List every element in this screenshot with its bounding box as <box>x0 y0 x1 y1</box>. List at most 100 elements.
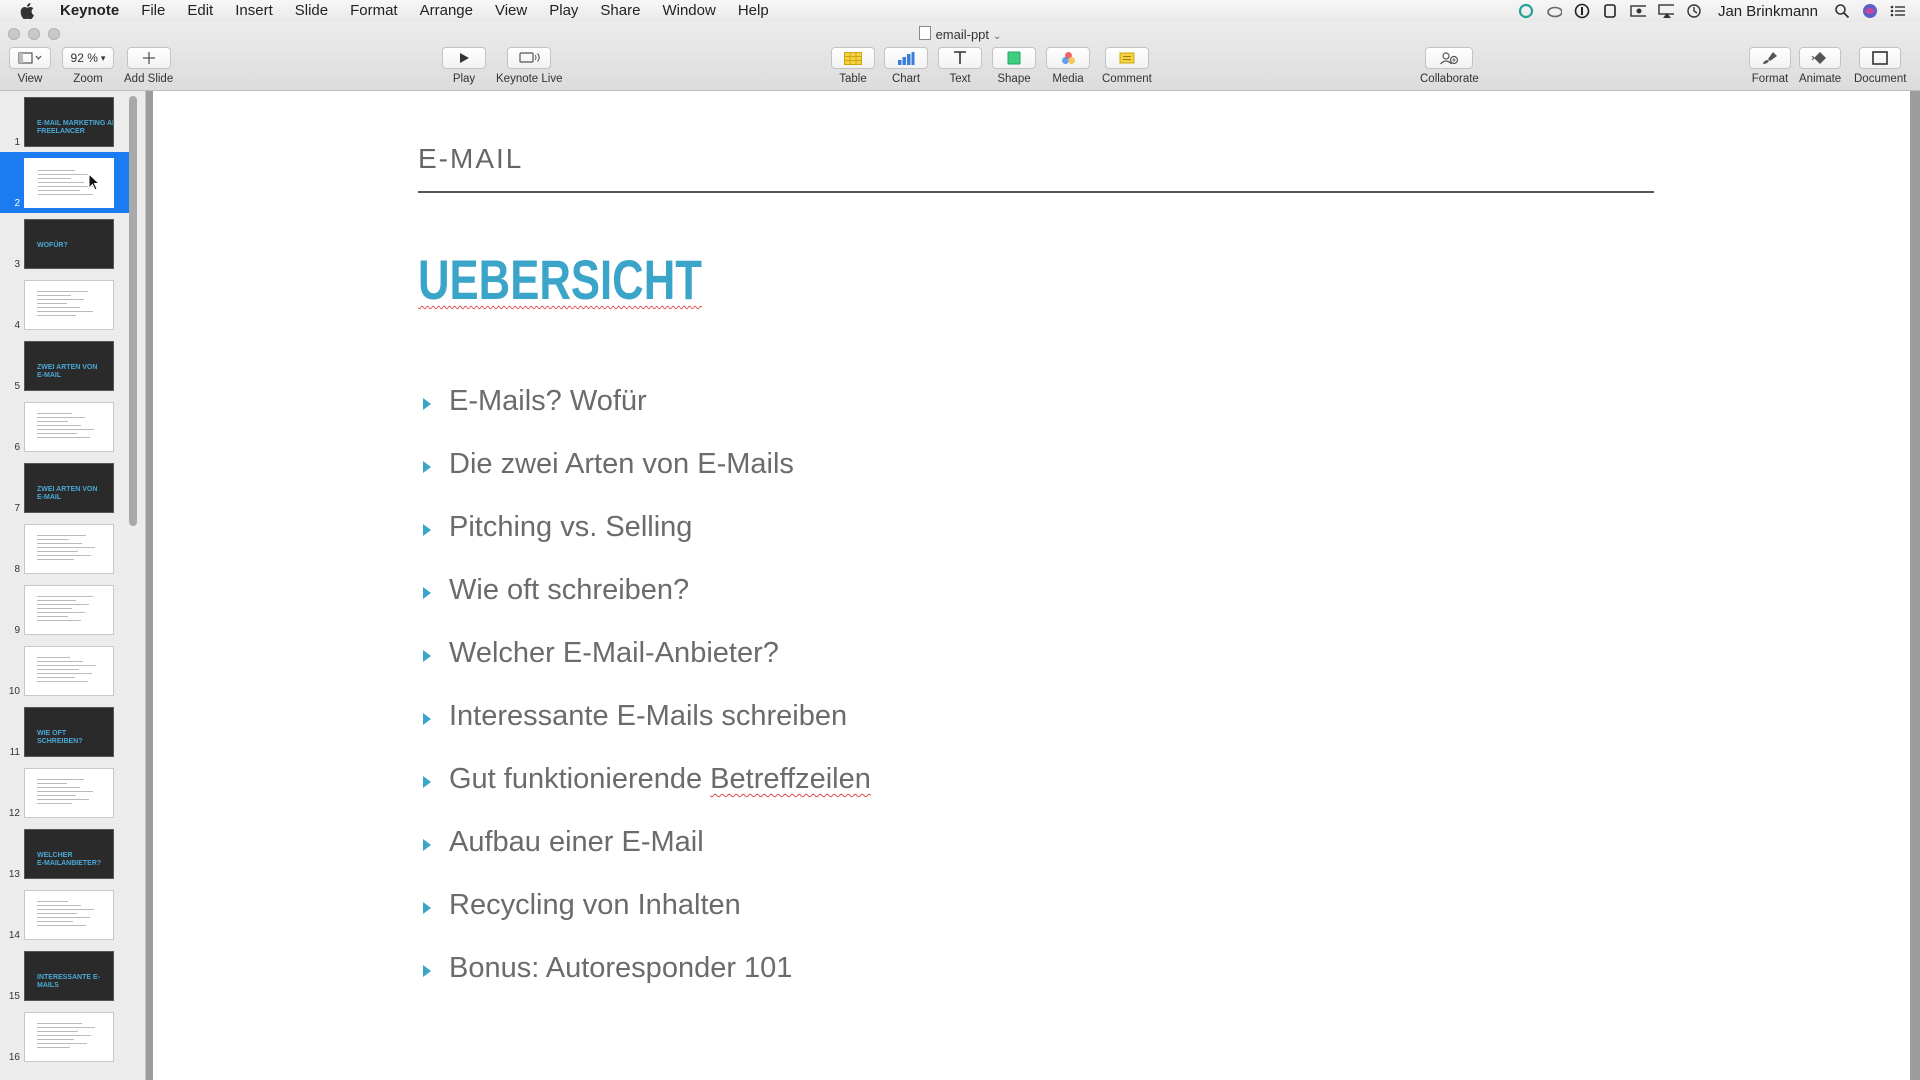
bullet-item[interactable]: Gut funktionierende Betreffzeilen <box>418 748 871 811</box>
animate-button[interactable] <box>1799 47 1842 69</box>
play-toolbar-item[interactable]: Play <box>442 47 486 85</box>
user-name[interactable]: Jan Brinkmann <box>1718 3 1818 20</box>
spotlight-search-icon[interactable] <box>1834 3 1850 19</box>
bullet-item[interactable]: E-Mails? Wofür <box>418 370 871 433</box>
notification-center-icon[interactable] <box>1890 3 1906 19</box>
slide-thumbnail[interactable]: 3 WOFÜR? <box>0 213 131 274</box>
comment-toolbar-item[interactable]: Comment <box>1102 47 1152 85</box>
zoom-select[interactable]: 92 % ▾ <box>62 47 114 69</box>
airplay-icon[interactable] <box>1658 3 1674 19</box>
slide-title[interactable]: UEBERSICHT <box>418 247 702 312</box>
shape-button[interactable] <box>992 47 1036 69</box>
slide-thumbnail[interactable]: 16 <box>0 1006 131 1067</box>
bullet-item[interactable]: Bonus: Autoresponder 101 <box>418 937 871 1000</box>
format-toolbar-item[interactable]: Format <box>1749 47 1791 85</box>
bullet-text: Pitching vs. Selling <box>449 511 693 543</box>
window-toolbar: email-ppt ⌄ View 92 % ▾ Zoom Add Slide Pla… <box>0 22 1920 91</box>
table-button[interactable] <box>831 47 875 69</box>
chevron-down-icon: ▾ <box>100 52 106 63</box>
bullet-item[interactable]: Die zwei Arten von E-Mails <box>418 433 871 496</box>
menu-play[interactable]: Play <box>538 0 589 22</box>
table-toolbar-item[interactable]: Table <box>831 47 875 85</box>
document-icon <box>918 26 931 40</box>
shape-icon <box>1007 51 1021 65</box>
chart-button[interactable] <box>884 47 928 69</box>
bullet-item[interactable]: Pitching vs. Selling <box>418 496 871 559</box>
slide-thumbnail[interactable]: 13 WELCHER E-MAILANBIETER? <box>0 823 131 884</box>
shape-toolbar-item[interactable]: Shape <box>992 47 1036 85</box>
collaborate-toolbar-item[interactable]: Collaborate <box>1420 47 1479 85</box>
chart-toolbar-item[interactable]: Chart <box>884 47 928 85</box>
play-icon <box>460 53 469 63</box>
text-toolbar-item[interactable]: Text <box>938 47 982 85</box>
navigator-scrollbar[interactable] <box>129 96 137 526</box>
menu-help[interactable]: Help <box>727 0 780 22</box>
menu-window[interactable]: Window <box>651 0 726 22</box>
video-capture-icon[interactable] <box>1630 3 1646 19</box>
slide-preview-title: ZWEI ARTEN VON E-MAIL <box>37 364 98 379</box>
slide-number: 9 <box>14 625 20 636</box>
slide-thumbnail[interactable]: 1 E-MAIL MARKETING ALS FREELANCER <box>0 91 131 152</box>
onepassword-icon[interactable] <box>1574 3 1590 19</box>
media-toolbar-item[interactable]: Media <box>1046 47 1090 85</box>
bullet-item[interactable]: Wie oft schreiben? <box>418 559 871 622</box>
format-button[interactable] <box>1749 47 1791 69</box>
slide-thumbnail[interactable]: 6 <box>0 396 131 457</box>
slide-preview <box>24 646 114 696</box>
collaborate-button[interactable] <box>1425 47 1474 69</box>
grammarly-icon[interactable] <box>1518 3 1534 19</box>
slide-number: 1 <box>14 137 20 148</box>
text-button[interactable] <box>938 47 982 69</box>
menu-file[interactable]: File <box>130 0 176 22</box>
add-slide-button[interactable] <box>126 47 171 69</box>
slide-thumbnail[interactable]: 10 <box>0 640 131 701</box>
siri-icon[interactable] <box>1862 3 1878 19</box>
document-button[interactable] <box>1859 47 1902 69</box>
slide-thumbnail[interactable]: 11 WIE OFT SCHREIBEN? <box>0 701 131 762</box>
keynote-live-button[interactable] <box>507 47 552 69</box>
evernote-icon[interactable] <box>1602 3 1618 19</box>
menu-view[interactable]: View <box>484 0 538 22</box>
menu-share[interactable]: Share <box>589 0 651 22</box>
keynote-live-toolbar-item[interactable]: Keynote Live <box>496 47 563 85</box>
slide-thumbnail[interactable]: 5 ZWEI ARTEN VON E-MAIL <box>0 335 131 396</box>
menu-slide[interactable]: Slide <box>284 0 339 22</box>
menu-insert[interactable]: Insert <box>224 0 284 22</box>
bullet-list[interactable]: E-Mails? Wofür Die zwei Arten von E-Mails… <box>418 370 871 1000</box>
view-toolbar-item[interactable]: View <box>9 47 51 85</box>
document-title[interactable]: email-ppt ⌄ <box>0 26 1920 42</box>
slide-thumbnail[interactable]: 14 <box>0 884 131 945</box>
slide-preview: WELCHER E-MAILANBIETER? <box>24 829 114 879</box>
menu-keynote[interactable]: Keynote <box>49 0 130 22</box>
comment-button[interactable] <box>1104 47 1149 69</box>
bullet-item[interactable]: Recycling von Inhalten <box>418 874 871 937</box>
slide-thumbnail[interactable]: 15 INTERESSANTE E- MAILS <box>0 945 131 1006</box>
menu-edit[interactable]: Edit <box>176 0 224 22</box>
bullet-item[interactable]: Interessante E-Mails schreiben <box>418 685 871 748</box>
menu-format[interactable]: Format <box>339 0 409 22</box>
menu-arrange[interactable]: Arrange <box>409 0 484 22</box>
time-machine-icon[interactable] <box>1686 3 1702 19</box>
play-button[interactable] <box>442 47 486 69</box>
current-slide[interactable]: E-MAIL UEBERSICHT E-Mails? Wofür Die zwei… <box>153 91 1910 1080</box>
animate-toolbar-item[interactable]: Animate <box>1799 47 1841 85</box>
slide-thumbnail[interactable]: 8 <box>0 518 131 579</box>
slide-thumbnail[interactable]: 12 <box>0 762 131 823</box>
bullet-item[interactable]: Aufbau einer E-Mail <box>418 811 871 874</box>
slide-thumbnail[interactable]: 7 ZWEI ARTEN VON E-MAIL <box>0 457 131 518</box>
add-slide-toolbar-item[interactable]: Add Slide <box>124 47 173 85</box>
slide-preview-lines <box>37 901 94 929</box>
slide-thumbnail[interactable]: 2 <box>0 152 131 213</box>
document-toolbar-item[interactable]: Document <box>1854 47 1906 85</box>
zoom-toolbar-item[interactable]: 92 % ▾ Zoom <box>62 47 114 85</box>
creative-cloud-icon[interactable] <box>1546 3 1562 19</box>
slide-header[interactable]: E-MAIL <box>418 143 523 175</box>
slide-thumbnail[interactable]: 4 <box>0 274 131 335</box>
slide-number: 3 <box>14 259 20 270</box>
bullet-text: Bonus: Autoresponder 101 <box>449 952 793 984</box>
slide-thumbnail[interactable]: 9 <box>0 579 131 640</box>
media-button[interactable] <box>1046 47 1090 69</box>
view-button[interactable] <box>9 47 51 69</box>
apple-menu-icon[interactable] <box>17 1 37 21</box>
bullet-item[interactable]: Welcher E-Mail-Anbieter? <box>418 622 871 685</box>
